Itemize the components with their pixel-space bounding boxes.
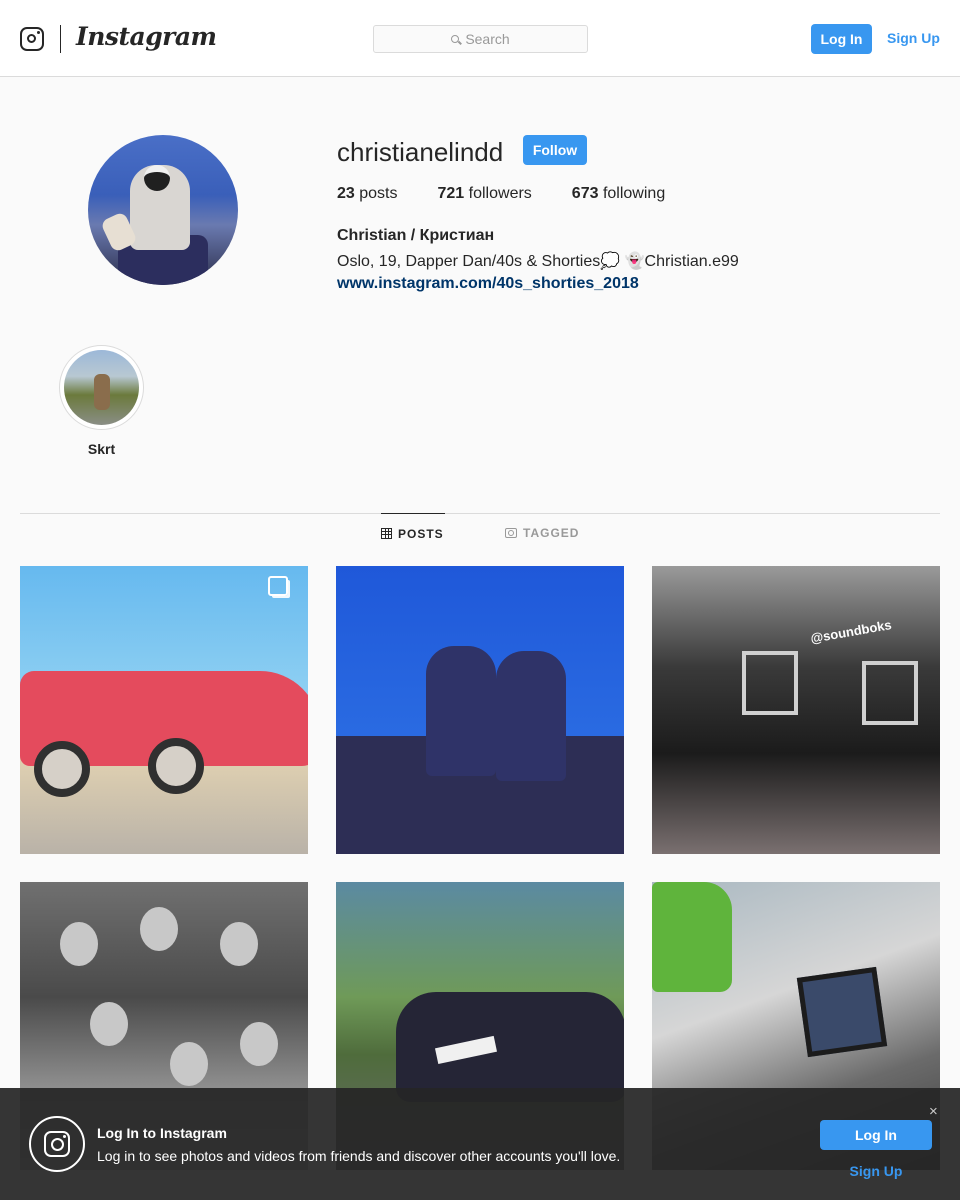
search-placeholder: Search <box>465 31 510 47</box>
banner-description: Log in to see photos and videos from fri… <box>97 1148 621 1164</box>
top-nav-bar: Instagram Search Log In Sign Up <box>0 0 960 77</box>
post-thumbnail[interactable] <box>336 566 624 854</box>
instagram-logo-icon <box>29 1116 85 1172</box>
profile-stats: 23 posts 721 followers 673 following <box>337 185 705 203</box>
post-thumbnail[interactable] <box>20 566 308 854</box>
profile-avatar[interactable] <box>88 135 238 285</box>
carousel-icon <box>268 576 288 596</box>
highlight-cover-image <box>64 350 139 425</box>
story-highlight[interactable] <box>59 345 144 430</box>
search-icon <box>451 34 460 43</box>
tab-posts[interactable]: POSTS <box>381 513 445 553</box>
grid-icon <box>381 528 392 539</box>
tab-tagged-label: TAGGED <box>523 526 580 540</box>
highlight-title: Skrt <box>87 441 116 457</box>
follow-button[interactable]: Follow <box>523 135 587 165</box>
tabs-divider <box>20 513 940 514</box>
banner-signup-link[interactable]: Sign Up <box>820 1163 932 1179</box>
post-overlay-text: @soundboks <box>809 616 893 647</box>
profile-website-link[interactable]: www.instagram.com/40s_shorties_2018 <box>337 275 639 293</box>
post-thumbnail[interactable]: @soundboks <box>652 566 940 854</box>
login-button[interactable]: Log In <box>811 24 872 54</box>
followers-count[interactable]: 721 followers <box>438 185 532 203</box>
search-input[interactable]: Search <box>373 25 588 53</box>
banner-login-button[interactable]: Log In <box>820 1120 932 1150</box>
profile-bio: Oslo, 19, Dapper Dan/40s & Shorties💭 👻Ch… <box>337 253 739 270</box>
tagged-icon <box>505 528 517 538</box>
following-count[interactable]: 673 following <box>572 185 665 203</box>
login-prompt-banner: Log In to Instagram Log in to see photos… <box>0 1088 960 1200</box>
instagram-camera-icon[interactable] <box>20 27 44 51</box>
profile-username: christianelindd <box>337 137 504 167</box>
close-icon[interactable]: × <box>929 1103 938 1120</box>
tab-posts-label: POSTS <box>398 526 444 541</box>
tab-tagged[interactable]: TAGGED <box>505 513 579 553</box>
posts-count: 23 posts <box>337 185 398 202</box>
instagram-wordmark[interactable]: Instagram <box>76 22 217 51</box>
logo-divider <box>60 25 61 53</box>
banner-title: Log In to Instagram <box>97 1125 227 1141</box>
profile-full-name: Christian / Кристиан <box>337 227 495 244</box>
signup-link[interactable]: Sign Up <box>887 30 940 46</box>
